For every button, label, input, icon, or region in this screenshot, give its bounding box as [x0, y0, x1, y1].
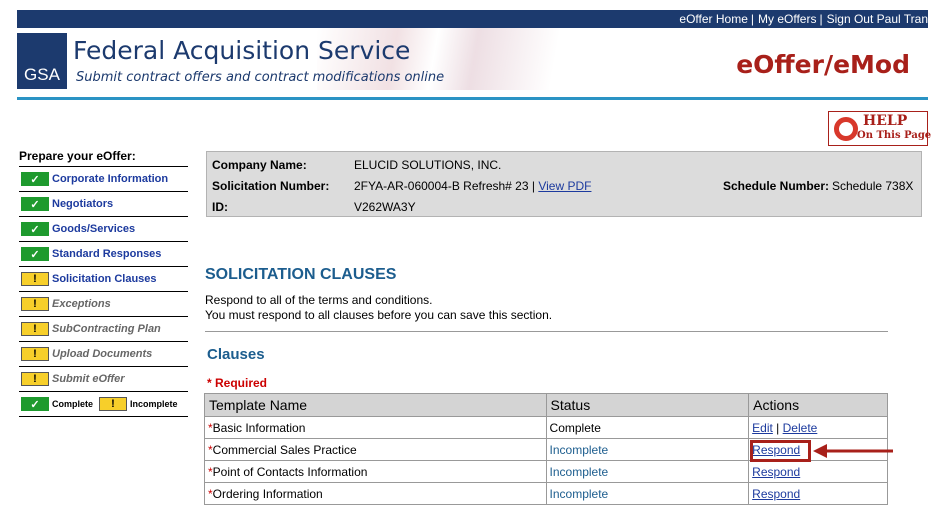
- view-pdf-link[interactable]: View PDF: [538, 179, 591, 193]
- template-name: Basic Information: [212, 420, 306, 435]
- template-name: Commercial Sales Practice: [212, 442, 357, 457]
- table-row: *Point of Contacts Information Incomplet…: [204, 460, 888, 483]
- page-title: SOLICITATION CLAUSES: [205, 266, 397, 283]
- company-name-label: Company Name:: [212, 158, 307, 172]
- template-name-cell: *Commercial Sales Practice: [204, 438, 547, 461]
- status-cell: Complete: [545, 416, 750, 439]
- id-value: V262WA3Y: [354, 200, 416, 214]
- help-label: HELP: [863, 113, 908, 129]
- required-note: * Required: [207, 376, 268, 390]
- sidebar-item-exceptions[interactable]: ! Exceptions: [19, 292, 188, 317]
- app-title: eOffer/eMod: [736, 50, 910, 79]
- company-name-value: ELUCID SOLUTIONS, INC.: [354, 158, 502, 172]
- sidebar-item-label: Upload Documents: [52, 348, 153, 360]
- sidebar-item-label: Standard Responses: [52, 248, 162, 260]
- sidebar-item-label: Solicitation Clauses: [52, 273, 157, 285]
- legend-incomplete-label: Incomplete: [130, 399, 178, 409]
- agency-title: Federal Acquisition Service: [73, 36, 411, 65]
- actions-cell: Respond: [748, 460, 888, 483]
- delete-link[interactable]: Delete: [783, 421, 818, 435]
- sign-out-link[interactable]: Sign Out Paul Tran: [827, 12, 928, 26]
- sidebar-item-label: Negotiators: [52, 198, 114, 210]
- sidebar-nav: ✓ Corporate Information ✓ Negotiators ✓ …: [19, 166, 188, 417]
- actions-cell: Edit | Delete: [748, 416, 888, 439]
- status-cell: Incomplete: [545, 438, 750, 461]
- callout-highlight-box: [750, 440, 811, 462]
- respond-link[interactable]: Respond: [752, 487, 800, 501]
- life-ring-icon: [834, 117, 858, 141]
- divider: |: [750, 12, 755, 26]
- sidebar-item-label: SubContracting Plan: [52, 323, 161, 335]
- sidebar-item-submit-eoffer[interactable]: ! Submit eOffer: [19, 367, 188, 392]
- exclamation-icon: !: [21, 322, 49, 336]
- top-nav: eOffer Home | My eOffers | Sign Out Paul Tra…: [679, 10, 928, 28]
- template-name: Ordering Information: [212, 486, 323, 501]
- solicitation-number-text: 2FYA-AR-060004-B Refresh# 23 |: [354, 179, 535, 193]
- exclamation-icon: !: [21, 347, 49, 361]
- column-header-actions: Actions: [748, 393, 888, 417]
- table-row: *Basic Information Complete Edit | Delet…: [204, 416, 888, 439]
- callout-arrow-icon: [813, 444, 893, 458]
- template-name: Point of Contacts Information: [212, 464, 368, 479]
- check-icon: ✓: [21, 197, 49, 211]
- sidebar-item-label: Submit eOffer: [52, 373, 125, 385]
- solicitation-number-value: 2FYA-AR-060004-B Refresh# 23 | View PDF: [354, 179, 591, 193]
- sidebar-item-label: Exceptions: [52, 298, 111, 310]
- check-icon: ✓: [21, 247, 49, 261]
- respond-link[interactable]: Respond: [752, 465, 800, 479]
- exclamation-icon: !: [21, 372, 49, 386]
- my-eoffers-link[interactable]: My eOffers: [758, 12, 816, 26]
- sidebar-item-label: Corporate Information: [52, 173, 169, 185]
- actions-cell: Respond: [748, 482, 888, 505]
- divider: |: [819, 12, 823, 26]
- divider: |: [772, 420, 783, 435]
- check-icon: ✓: [21, 397, 49, 411]
- schedule-number-label: Schedule Number:: [723, 179, 830, 193]
- clauses-heading: Clauses: [207, 346, 265, 363]
- column-header-status: Status: [545, 393, 750, 417]
- legend-complete-label: Complete: [52, 399, 94, 409]
- company-info-panel: Company Name: ELUCID SOLUTIONS, INC. Sol…: [206, 151, 922, 217]
- sidebar-item-label: Goods/Services: [52, 223, 136, 235]
- schedule-number-value: Schedule 738X: [832, 179, 914, 193]
- header-divider: [17, 97, 928, 100]
- sidebar-item-goods-services[interactable]: ✓ Goods/Services: [19, 217, 188, 242]
- instruction-text: Respond to all of the terms and conditio…: [205, 293, 433, 307]
- status-cell: Incomplete: [545, 460, 750, 483]
- table-header-row: Template Name Status Actions: [204, 393, 888, 417]
- edit-link[interactable]: Edit: [752, 421, 773, 435]
- top-nav-bar: eOffer Home | My eOffers | Sign Out Paul Tra…: [17, 10, 928, 28]
- gsa-logo-text: GSA: [24, 65, 60, 84]
- sidebar-heading: Prepare your eOffer:: [19, 149, 136, 163]
- page-header: GSA Federal Acquisition Service Submit c…: [17, 28, 928, 90]
- exclamation-icon: !: [21, 297, 49, 311]
- check-icon: ✓: [21, 172, 49, 186]
- agency-subtitle: Submit contract offers and contract modi…: [76, 70, 445, 85]
- section-divider: [205, 331, 888, 332]
- instruction-text: You must respond to all clauses before y…: [205, 308, 553, 322]
- id-label: ID:: [212, 200, 228, 214]
- table-row: *Ordering Information Incomplete Respond: [204, 482, 888, 505]
- column-header-template-name: Template Name: [204, 393, 547, 417]
- exclamation-icon: !: [99, 397, 128, 411]
- help-button[interactable]: HELP On This Page: [828, 111, 932, 146]
- exclamation-icon: !: [21, 272, 49, 286]
- sidebar-item-negotiators[interactable]: ✓ Negotiators: [19, 192, 188, 217]
- sidebar-item-subcontracting-plan[interactable]: ! SubContracting Plan: [19, 317, 188, 342]
- status-cell: Incomplete: [545, 482, 750, 505]
- template-name-cell: *Basic Information: [204, 416, 547, 439]
- solicitation-number-label: Solicitation Number:: [212, 179, 330, 193]
- status-legend: ✓ Complete ! Incomplete: [19, 392, 188, 417]
- sidebar-item-upload-documents[interactable]: ! Upload Documents: [19, 342, 188, 367]
- sidebar-item-corporate-information[interactable]: ✓ Corporate Information: [19, 167, 188, 192]
- help-sublabel: On This Page: [857, 130, 932, 141]
- sidebar-item-standard-responses[interactable]: ✓ Standard Responses: [19, 242, 188, 267]
- check-icon: ✓: [21, 222, 49, 236]
- sidebar-item-solicitation-clauses[interactable]: ! Solicitation Clauses: [19, 267, 188, 292]
- eoffer-home-link[interactable]: eOffer Home: [679, 12, 747, 26]
- template-name-cell: *Point of Contacts Information: [204, 460, 547, 483]
- template-name-cell: *Ordering Information: [204, 482, 547, 505]
- gsa-logo: GSA: [17, 33, 67, 89]
